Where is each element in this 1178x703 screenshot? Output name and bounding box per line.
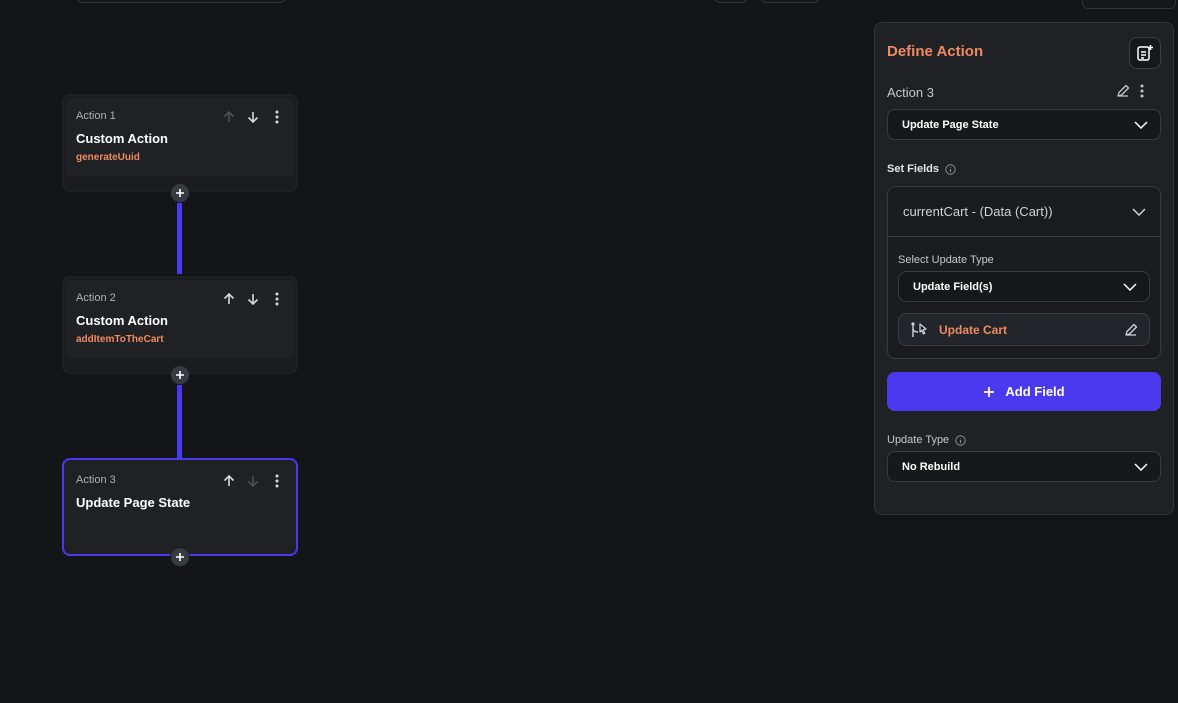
action-label: Action 3 xyxy=(76,474,116,486)
action-type-select[interactable]: Update Page State xyxy=(887,109,1161,140)
update-type-label: Update Type xyxy=(887,434,966,446)
select-update-type-label: Select Update Type xyxy=(898,254,994,266)
action-title: Custom Action xyxy=(76,131,168,146)
more-vert-icon[interactable] xyxy=(268,108,286,126)
top-search-stub xyxy=(76,0,286,3)
set-fields-label: Set Fields xyxy=(887,163,956,175)
panel-title: Define Action xyxy=(887,43,984,60)
more-vert-icon[interactable] xyxy=(1139,83,1145,99)
chevron-down-icon xyxy=(1123,282,1137,291)
info-icon[interactable] xyxy=(945,163,956,175)
top-button-stub[interactable] xyxy=(714,0,748,3)
documentation-button[interactable] xyxy=(1129,37,1161,69)
action-label: Action 1 xyxy=(76,110,116,122)
define-action-panel: Define Action Action 3 Update Page State… xyxy=(874,22,1174,515)
arrow-down-icon[interactable] xyxy=(244,290,262,308)
top-button-stub[interactable] xyxy=(1082,0,1176,9)
arrow-up-icon[interactable] xyxy=(220,472,238,490)
edit-icon[interactable] xyxy=(1115,83,1131,99)
update-cart-label: Update Cart xyxy=(939,322,1008,337)
action-subtitle: generateUuid xyxy=(76,152,140,163)
update-type-select[interactable]: No Rebuild xyxy=(887,451,1161,482)
field-header[interactable]: currentCart - (Data (Cart)) xyxy=(888,187,1160,237)
more-vert-icon[interactable] xyxy=(268,290,286,308)
flow-connector xyxy=(177,385,182,458)
action-title: Update Page State xyxy=(76,495,191,510)
add-field-button[interactable]: Add Field xyxy=(887,372,1161,411)
plus-icon xyxy=(983,386,995,398)
add-field-label: Add Field xyxy=(1005,384,1065,399)
flow-connector xyxy=(177,203,182,274)
document-add-icon xyxy=(1136,44,1154,62)
arrow-up-icon xyxy=(220,108,238,126)
action-card-1[interactable]: Action 1 Custom Action generateUuid xyxy=(62,94,298,192)
action-label: Action 2 xyxy=(76,292,116,304)
update-type-value: No Rebuild xyxy=(902,460,961,473)
add-action-button[interactable] xyxy=(170,183,190,203)
chevron-down-icon xyxy=(1134,120,1148,129)
arrow-up-icon[interactable] xyxy=(220,290,238,308)
action-name: Action 3 xyxy=(887,85,934,100)
add-action-button[interactable] xyxy=(170,365,190,385)
chevron-down-icon xyxy=(1132,207,1146,216)
field-card: currentCart - (Data (Cart)) Select Updat… xyxy=(887,186,1161,359)
edit-icon[interactable] xyxy=(1123,322,1139,338)
arrow-down-icon xyxy=(244,472,262,490)
field-name: currentCart - (Data (Cart)) xyxy=(903,204,1053,219)
action-type-value: Update Page State xyxy=(902,118,999,131)
action-subtitle: addItemToTheCart xyxy=(76,334,164,345)
add-action-button[interactable] xyxy=(170,547,190,567)
update-type-text: Update Type xyxy=(887,434,950,446)
arrow-down-icon[interactable] xyxy=(244,108,262,126)
more-vert-icon[interactable] xyxy=(268,472,286,490)
field-update-type-select[interactable]: Update Field(s) xyxy=(898,271,1150,302)
field-update-type-value: Update Field(s) xyxy=(913,280,993,293)
top-button-stub[interactable] xyxy=(760,0,820,3)
info-icon[interactable] xyxy=(955,434,966,446)
update-cart-item[interactable]: Update Cart xyxy=(898,313,1150,346)
chevron-down-icon xyxy=(1134,462,1148,471)
branch-cursor-icon xyxy=(909,321,929,339)
action-card-3[interactable]: Action 3 Update Page State xyxy=(62,458,298,556)
action-title: Custom Action xyxy=(76,313,168,328)
action-card-2[interactable]: Action 2 Custom Action addItemToTheCart xyxy=(62,276,298,374)
set-fields-text: Set Fields xyxy=(887,163,939,175)
